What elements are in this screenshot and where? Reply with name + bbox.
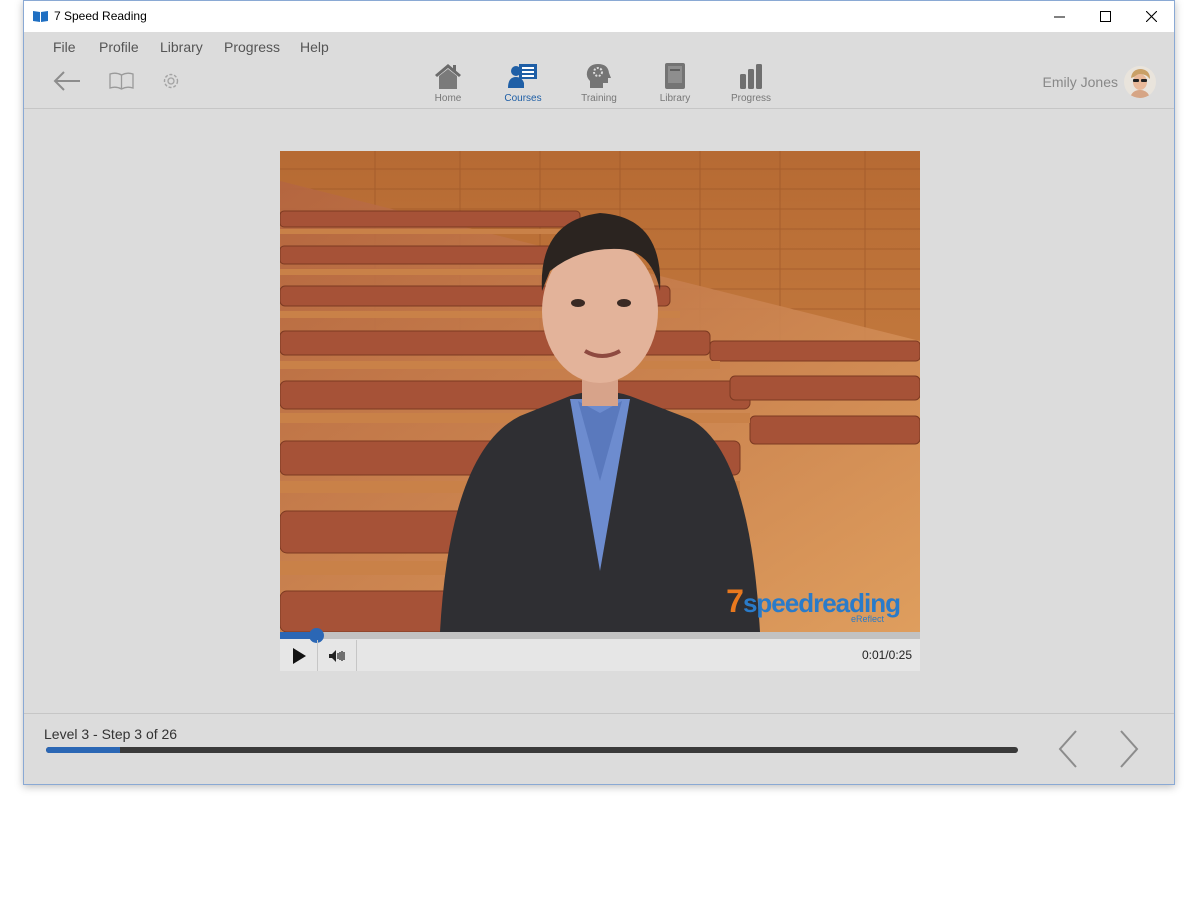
app-window: 7 Speed Reading File Profile Library Pro… [23,0,1175,785]
volume-button[interactable] [318,640,356,671]
course-progress-fill [46,747,121,753]
video-watermark-logo: 7speedreading eReflect [726,583,901,624]
play-button[interactable] [280,640,317,671]
step-footer: Level 3 - Step 3 of 26 [24,713,1174,786]
close-button[interactable] [1128,1,1174,32]
volume-icon [329,649,345,662]
user-name[interactable]: Emily Jones [1043,74,1118,90]
seek-bar[interactable] [280,632,920,639]
nav-progress-label: Progress [730,93,771,104]
courses-icon [508,64,537,88]
nav-library-label: Library [659,93,691,104]
nav-library[interactable]: Library [640,60,710,106]
menu-help[interactable]: Help [300,39,329,55]
maximize-icon [1099,11,1111,22]
minimize-button[interactable] [1036,1,1082,32]
back-arrow-icon[interactable] [52,70,82,92]
library-icon [665,63,685,89]
home-icon [435,64,461,89]
menu-bar: File Profile Library Progress Help [24,32,1174,60]
menu-profile[interactable]: Profile [99,39,139,55]
chevron-right-icon [1120,730,1139,768]
toolbar: Home Courses Training Library Progress E… [24,60,1174,109]
nav-home[interactable]: Home [413,60,483,106]
next-step-button[interactable] [1112,728,1142,770]
user-avatar-icon [1124,66,1156,98]
window-title: 7 Speed Reading [54,9,147,23]
course-progress-bar [46,747,1018,753]
video-time: 0:01/0:25 [861,648,912,662]
menu-library[interactable]: Library [160,39,203,55]
minimize-icon [1053,16,1065,17]
nav-training[interactable]: Training [564,60,634,106]
close-icon [1145,11,1157,22]
nav-home-label: Home [434,93,462,104]
title-bar: 7 Speed Reading [24,1,1174,32]
nav-training-label: Training [581,93,617,104]
play-icon [292,647,306,664]
training-icon [586,64,611,88]
menu-progress[interactable]: Progress [224,39,280,55]
divider [356,640,357,671]
open-book-icon[interactable] [109,72,134,90]
video-frame[interactable]: 7speedreading eReflect [280,151,920,632]
previous-step-button[interactable] [1055,728,1085,770]
avatar[interactable] [1124,66,1156,98]
menu-file[interactable]: File [53,39,76,55]
lecture-hall-video [280,151,920,632]
nav-courses-label: Courses [504,93,542,104]
progress-icon [740,64,762,89]
step-label: Level 3 - Step 3 of 26 [44,726,178,742]
gear-icon[interactable] [161,71,181,91]
nav-progress[interactable]: Progress [716,60,786,106]
chevron-left-icon [1058,730,1077,768]
nav-courses[interactable]: Courses [488,60,558,106]
video-controls: 0:01/0:25 [280,628,920,671]
book-icon [33,11,48,22]
maximize-button[interactable] [1082,1,1128,32]
